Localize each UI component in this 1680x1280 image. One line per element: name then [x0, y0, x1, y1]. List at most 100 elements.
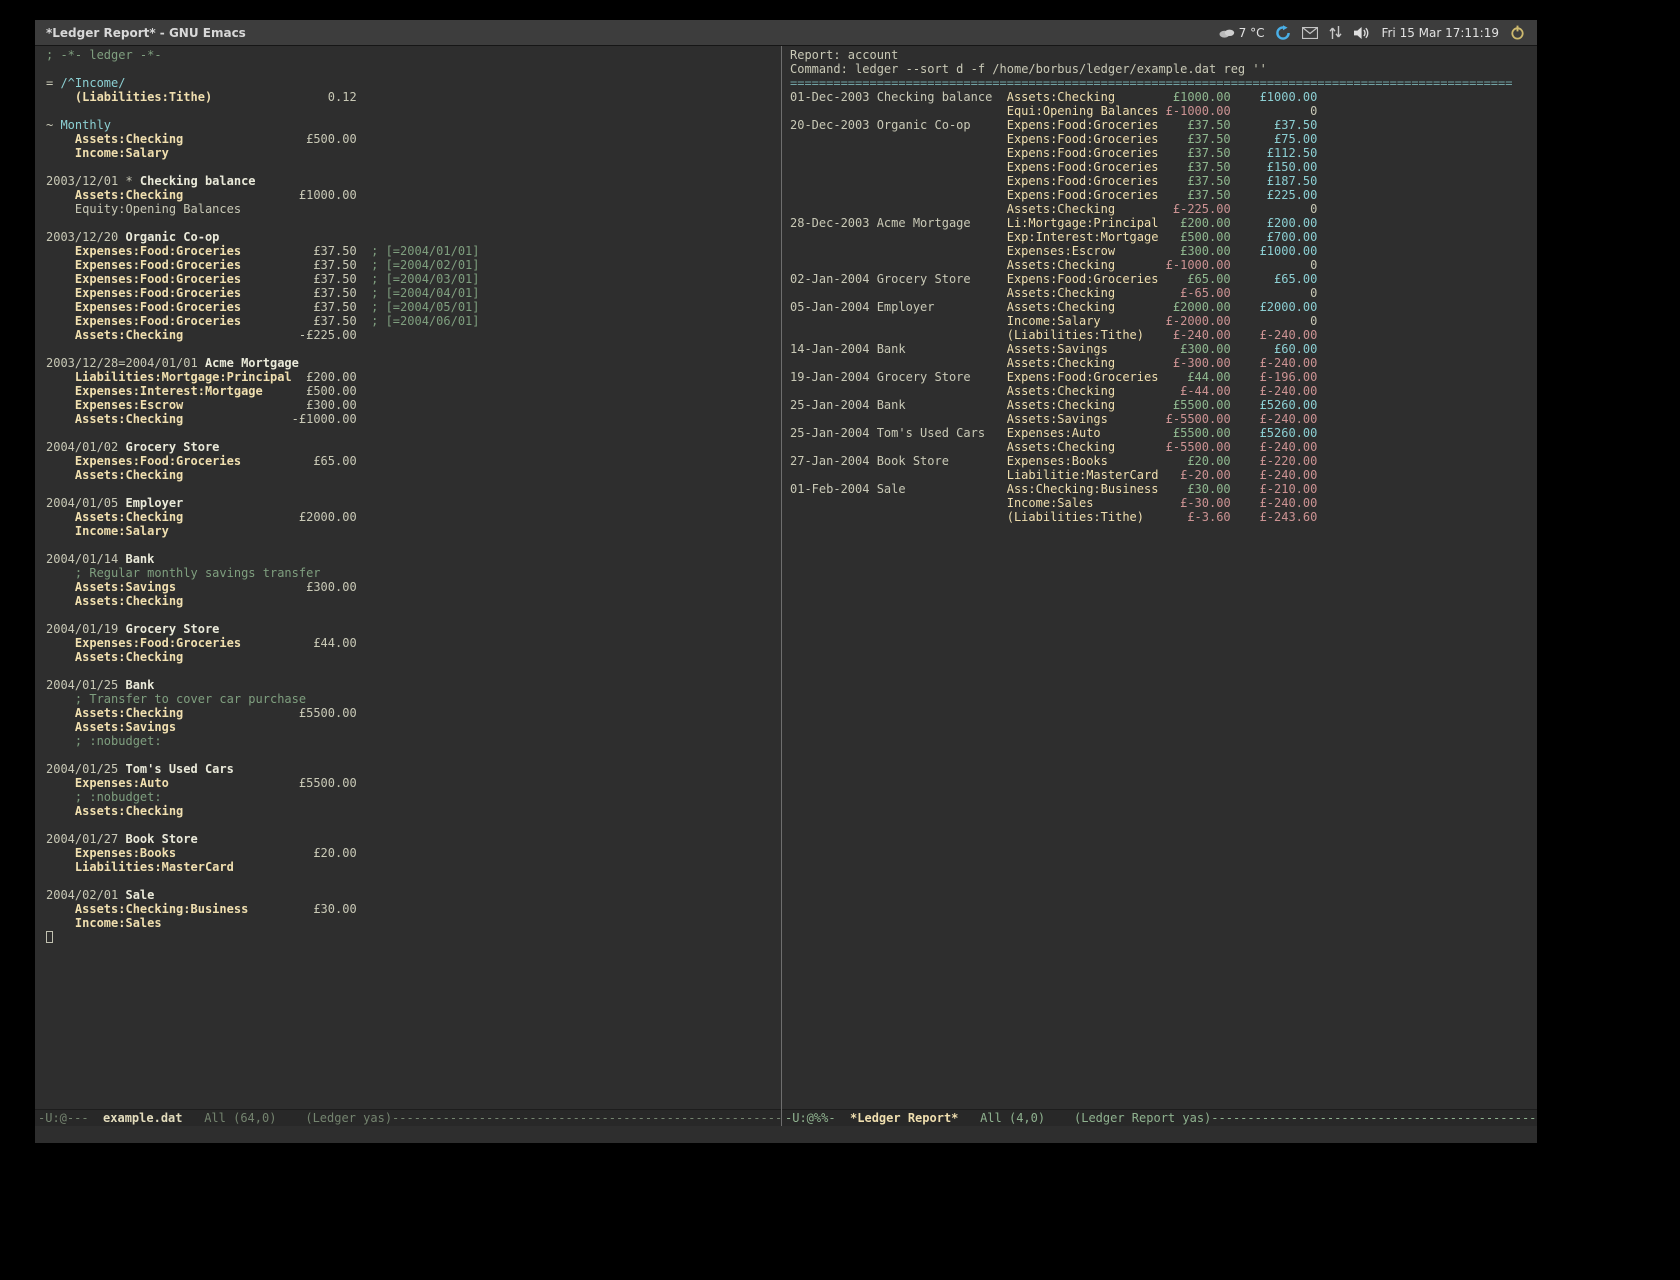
buffer-line[interactable]: 2004/01/05 Employer [46, 496, 781, 510]
buffer-line[interactable]: 2003/12/20 Organic Co-op [46, 230, 781, 244]
buffer-line[interactable]: Expenses:Escrow £300.00 [46, 398, 781, 412]
report-row[interactable]: 02-Jan-2004 Grocery StoreExpens:Food:Gro… [790, 272, 1537, 286]
buffer-line[interactable]: 2004/01/27 Book Store [46, 832, 781, 846]
ledger-file-window[interactable]: ; -*- ledger -*- = /^Income/ (Liabilities… [35, 46, 782, 1126]
report-row[interactable]: Assets:Savings£-5500.00£-240.00 [790, 412, 1537, 426]
buffer-line[interactable] [46, 930, 781, 944]
report-row[interactable]: Income:Salary£-2000.000 [790, 314, 1537, 328]
buffer-line[interactable]: Equity:Opening Balances [46, 202, 781, 216]
buffer-line[interactable] [46, 426, 781, 440]
right-modeline[interactable]: -U:@%%- *Ledger Report* All (4,0) (Ledge… [782, 1109, 1537, 1126]
buffer-line[interactable]: Assets:Checking -£225.00 [46, 328, 781, 342]
buffer-line[interactable]: Assets:Checking [46, 594, 781, 608]
buffer-line[interactable]: Assets:Savings [46, 720, 781, 734]
buffer-line[interactable] [46, 216, 781, 230]
buffer-line[interactable]: Expenses:Books £20.00 [46, 846, 781, 860]
report-row[interactable]: Expens:Food:Groceries£37.50£112.50 [790, 146, 1537, 160]
buffer-line[interactable]: Expenses:Food:Groceries £37.50 ; [=2004/… [46, 272, 781, 286]
buffer-line[interactable]: Income:Salary [46, 146, 781, 160]
buffer-line[interactable]: Income:Salary [46, 524, 781, 538]
buffer-line[interactable]: ~ Monthly [46, 118, 781, 132]
buffer-line[interactable] [46, 538, 781, 552]
buffer-line[interactable]: Assets:Checking £1000.00 [46, 188, 781, 202]
report-row[interactable]: Assets:Checking£-44.00£-240.00 [790, 384, 1537, 398]
buffer-line[interactable]: 2003/12/01 * Checking balance [46, 174, 781, 188]
buffer-line[interactable]: 2003/12/28=2004/01/01 Acme Mortgage [46, 356, 781, 370]
report-row[interactable]: 05-Jan-2004 EmployerAssets:Checking£2000… [790, 300, 1537, 314]
ledger-buffer[interactable]: ; -*- ledger -*- = /^Income/ (Liabilities… [35, 46, 781, 1109]
report-row[interactable]: 19-Jan-2004 Grocery StoreExpens:Food:Gro… [790, 370, 1537, 384]
buffer-line[interactable]: Assets:Checking £500.00 [46, 132, 781, 146]
report-row[interactable]: Exp:Interest:Mortgage£500.00£700.00 [790, 230, 1537, 244]
buffer-line[interactable]: Assets:Savings £300.00 [46, 580, 781, 594]
refresh-icon[interactable] [1275, 25, 1291, 41]
buffer-line[interactable]: 2004/01/14 Bank [46, 552, 781, 566]
report-row[interactable]: Assets:Checking£-225.000 [790, 202, 1537, 216]
buffer-line[interactable]: ; Transfer to cover car purchase [46, 692, 781, 706]
report-row[interactable]: Liabilitie:MasterCard£-20.00£-240.00 [790, 468, 1537, 482]
buffer-line[interactable]: Expenses:Food:Groceries £37.50 ; [=2004/… [46, 244, 781, 258]
report-row[interactable]: Equi:Opening Balances£-1000.000 [790, 104, 1537, 118]
buffer-line[interactable]: Expenses:Food:Groceries £37.50 ; [=2004/… [46, 314, 781, 328]
buffer-line[interactable]: Assets:Checking:Business £30.00 [46, 902, 781, 916]
buffer-line[interactable]: Assets:Checking [46, 804, 781, 818]
buffer-line[interactable]: = /^Income/ [46, 76, 781, 90]
report-row[interactable]: Expens:Food:Groceries£37.50£75.00 [790, 132, 1537, 146]
buffer-line[interactable] [46, 482, 781, 496]
buffer-line[interactable]: Expenses:Interest:Mortgage £500.00 [46, 384, 781, 398]
report-row[interactable]: Income:Sales£-30.00£-240.00 [790, 496, 1537, 510]
clock[interactable]: Fri 15 Mar 17:11:19 [1381, 26, 1499, 40]
buffer-line[interactable]: Assets:Checking £2000.00 [46, 510, 781, 524]
report-row[interactable]: Expenses:Escrow£300.00£1000.00 [790, 244, 1537, 258]
report-row[interactable]: 25-Jan-2004 BankAssets:Checking£5500.00£… [790, 398, 1537, 412]
report-row[interactable]: Assets:Checking£-65.000 [790, 286, 1537, 300]
buffer-line[interactable]: Assets:Checking £5500.00 [46, 706, 781, 720]
report-row[interactable]: Assets:Checking£-5500.00£-240.00 [790, 440, 1537, 454]
report-row[interactable]: 27-Jan-2004 Book StoreExpenses:Books£20.… [790, 454, 1537, 468]
buffer-line[interactable]: ; Regular monthly savings transfer [46, 566, 781, 580]
network-arrows-icon[interactable] [1329, 25, 1342, 40]
volume-icon[interactable] [1353, 26, 1370, 40]
buffer-line[interactable] [46, 608, 781, 622]
buffer-line[interactable]: Expenses:Food:Groceries £37.50 ; [=2004/… [46, 300, 781, 314]
buffer-line[interactable] [46, 342, 781, 356]
buffer-line[interactable] [46, 160, 781, 174]
report-row[interactable]: 28-Dec-2003 Acme MortgageLi:Mortgage:Pri… [790, 216, 1537, 230]
report-row[interactable]: (Liabilities:Tithe)£-240.00£-240.00 [790, 328, 1537, 342]
buffer-line[interactable]: 2004/01/25 Tom's Used Cars [46, 762, 781, 776]
buffer-line[interactable]: (Liabilities:Tithe) 0.12 [46, 90, 781, 104]
buffer-line[interactable]: Assets:Checking -£1000.00 [46, 412, 781, 426]
buffer-line[interactable]: Expenses:Food:Groceries £37.50 ; [=2004/… [46, 258, 781, 272]
buffer-line[interactable] [46, 104, 781, 118]
report-row[interactable]: Assets:Checking£-1000.000 [790, 258, 1537, 272]
report-row[interactable]: Assets:Checking£-300.00£-240.00 [790, 356, 1537, 370]
buffer-line[interactable]: Expenses:Food:Groceries £37.50 ; [=2004/… [46, 286, 781, 300]
buffer-line[interactable] [46, 748, 781, 762]
buffer-line[interactable]: Expenses:Food:Groceries £65.00 [46, 454, 781, 468]
buffer-line[interactable] [46, 818, 781, 832]
report-row[interactable]: 14-Jan-2004 BankAssets:Savings£300.00£60… [790, 342, 1537, 356]
echo-area[interactable] [35, 1126, 1537, 1143]
power-icon[interactable] [1510, 25, 1525, 40]
buffer-line[interactable]: 2004/02/01 Sale [46, 888, 781, 902]
left-modeline[interactable]: -U:@--- example.dat All (64,0) (Ledger y… [35, 1109, 781, 1126]
buffer-line[interactable]: ; -*- ledger -*- [46, 48, 781, 62]
report-row[interactable]: 01-Feb-2004 SaleAss:Checking:Business£30… [790, 482, 1537, 496]
buffer-line[interactable] [46, 664, 781, 678]
buffer-line[interactable]: Expenses:Auto £5500.00 [46, 776, 781, 790]
buffer-line[interactable]: Liabilities:MasterCard [46, 860, 781, 874]
buffer-line[interactable]: Assets:Checking [46, 468, 781, 482]
report-row[interactable]: (Liabilities:Tithe)£-3.60£-243.60 [790, 510, 1537, 524]
buffer-line[interactable]: Liabilities:Mortgage:Principal £200.00 [46, 370, 781, 384]
buffer-line[interactable]: Income:Sales [46, 916, 781, 930]
buffer-line[interactable]: Assets:Checking [46, 650, 781, 664]
report-row[interactable]: Expens:Food:Groceries£37.50£150.00 [790, 160, 1537, 174]
buffer-line[interactable]: Expenses:Food:Groceries £44.00 [46, 636, 781, 650]
buffer-line[interactable] [46, 62, 781, 76]
report-row[interactable]: Expens:Food:Groceries£37.50£187.50 [790, 174, 1537, 188]
weather-widget[interactable]: 7 °C [1219, 26, 1265, 40]
report-row[interactable]: 01-Dec-2003 Checking balanceAssets:Check… [790, 90, 1537, 104]
mail-icon[interactable] [1302, 27, 1318, 39]
report-buffer[interactable]: Report: account Command: ledger --sort d… [782, 46, 1537, 1109]
report-row[interactable]: Expens:Food:Groceries£37.50£225.00 [790, 188, 1537, 202]
